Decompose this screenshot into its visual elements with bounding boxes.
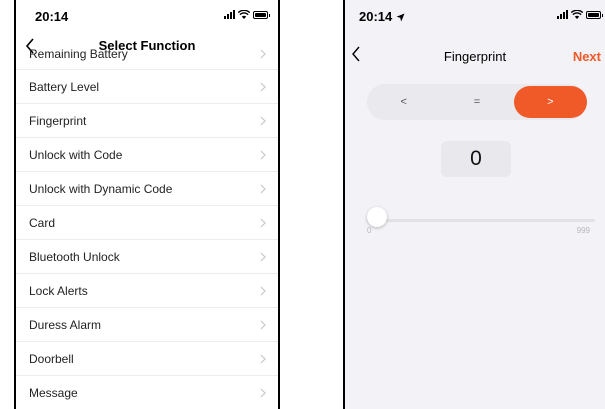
list-item[interactable]: Doorbell <box>16 342 278 376</box>
list-item-label: Battery Level <box>29 80 100 94</box>
location-arrow-icon <box>396 13 405 22</box>
list-item-label: Message <box>29 386 78 400</box>
list-item-label: Unlock with Dynamic Code <box>29 182 173 196</box>
status-time: 20:14 <box>359 9 405 24</box>
chevron-right-icon <box>260 286 266 295</box>
wifi-icon <box>571 10 583 19</box>
select-function-screen: 20:14 Select Function Remaining Battery B… <box>14 0 280 409</box>
chevron-right-icon <box>260 320 266 329</box>
slider-thumb[interactable] <box>367 207 387 227</box>
list-item[interactable]: Fingerprint <box>16 104 278 138</box>
status-time: 20:14 <box>35 9 69 24</box>
chevron-right-icon <box>260 218 266 227</box>
list-item-label: Lock Alerts <box>29 284 88 298</box>
list-item[interactable]: Battery Level <box>16 70 278 104</box>
chevron-right-icon <box>260 150 266 159</box>
function-list: Remaining Battery Battery Level Fingerprin… <box>16 44 278 409</box>
comparison-segmented-control: < = > <box>367 84 587 120</box>
next-button[interactable]: Next <box>573 49 601 64</box>
segment-less-than[interactable]: < <box>367 84 440 120</box>
status-bar: 20:14 <box>16 0 278 30</box>
status-icons <box>224 10 270 19</box>
battery-icon <box>253 11 270 19</box>
slider-track[interactable] <box>367 219 595 222</box>
status-icons <box>557 10 603 19</box>
status-bar: 20:14 <box>345 0 605 30</box>
list-item-label: Fingerprint <box>29 114 87 128</box>
chevron-right-icon <box>260 116 266 125</box>
battery-icon <box>586 11 603 19</box>
segment-greater-than[interactable]: > <box>513 86 587 118</box>
list-item[interactable]: Bluetooth Unlock <box>16 240 278 274</box>
list-item-label: Remaining Battery <box>29 47 128 61</box>
signal-icon <box>557 10 568 19</box>
list-item[interactable]: Unlock with Code <box>16 138 278 172</box>
list-item[interactable]: Card <box>16 206 278 240</box>
list-item[interactable]: Message <box>16 376 278 409</box>
chevron-right-icon <box>260 82 266 91</box>
chevron-right-icon <box>260 354 266 363</box>
chevron-right-icon <box>260 388 266 397</box>
slider-min-label: 0 <box>367 226 372 235</box>
list-item-label: Doorbell <box>29 352 74 366</box>
chevron-right-icon <box>260 252 266 261</box>
fingerprint-screen: 20:14 Fingerprint Next < = > 0 0 999 <box>343 0 605 409</box>
list-item-label: Card <box>29 216 56 230</box>
list-item-label: Bluetooth Unlock <box>29 250 120 264</box>
value-display: 0 <box>441 141 511 177</box>
chevron-right-icon <box>260 49 266 59</box>
list-item[interactable]: Duress Alarm <box>16 308 278 342</box>
list-item-label: Duress Alarm <box>29 318 102 332</box>
list-item[interactable]: Unlock with Dynamic Code <box>16 172 278 206</box>
nav-bar: Fingerprint Next <box>345 45 605 67</box>
page-title: Fingerprint <box>443 49 507 64</box>
segment-equal[interactable]: = <box>440 84 513 120</box>
slider-max-label: 999 <box>576 226 590 235</box>
list-item[interactable]: Remaining Battery <box>16 44 278 70</box>
list-item-label: Unlock with Code <box>29 148 123 162</box>
chevron-right-icon <box>260 184 266 193</box>
signal-icon <box>224 10 235 19</box>
wifi-icon <box>238 10 250 19</box>
list-item[interactable]: Lock Alerts <box>16 274 278 308</box>
